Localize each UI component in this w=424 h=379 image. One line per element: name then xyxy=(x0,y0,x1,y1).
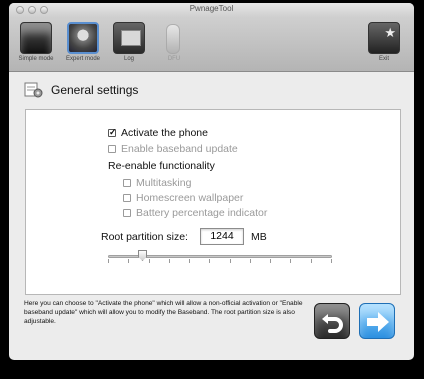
simple-mode-icon xyxy=(20,22,52,54)
toolbar-label-simple-mode: Simple mode xyxy=(18,56,54,62)
toolbar-label-expert-mode: Expert mode xyxy=(65,56,101,62)
title-bar: PwnageTool xyxy=(9,3,414,17)
next-arrow-icon xyxy=(367,312,389,332)
pwnagetool-window: PwnageTool Simple mode Expert mode Log D… xyxy=(9,3,414,360)
back-arrow-icon xyxy=(322,314,343,333)
battery-percentage-label: Battery percentage indicator xyxy=(136,207,268,219)
exit-icon xyxy=(368,22,400,54)
enable-baseband-option[interactable]: Enable baseband update xyxy=(108,143,238,155)
activate-phone-checkbox[interactable] xyxy=(108,127,117,138)
battery-percentage-option[interactable]: Battery percentage indicator xyxy=(123,207,267,219)
help-text: Here you can choose to "Activate the pho… xyxy=(24,300,303,325)
homescreen-wallpaper-label: Homescreen wallpaper xyxy=(136,192,244,204)
toolbar-label-exit: Exit xyxy=(378,56,389,62)
expert-mode-icon xyxy=(67,22,99,54)
activate-phone-option[interactable]: Activate the phone xyxy=(108,127,208,139)
section-header: General settings xyxy=(9,73,414,105)
multitasking-label: Multitasking xyxy=(136,177,192,189)
multitasking-checkbox[interactable] xyxy=(123,179,131,187)
next-button[interactable] xyxy=(359,303,395,339)
activate-phone-label: Activate the phone xyxy=(121,127,208,139)
toolbar-label-log: Log xyxy=(123,56,134,62)
log-icon xyxy=(113,22,145,54)
reenable-heading: Re-enable functionality xyxy=(108,160,215,172)
multitasking-option[interactable]: Multitasking xyxy=(123,177,191,189)
toolbar-label-dfu: DFU xyxy=(167,56,181,62)
toolbar-simple-mode[interactable]: Simple mode xyxy=(13,22,59,62)
root-partition-slider[interactable] xyxy=(108,250,332,264)
battery-percentage-checkbox[interactable] xyxy=(123,209,131,217)
settings-panel: Activate the phone Enable baseband updat… xyxy=(25,109,401,295)
root-partition-label: Root partition size: xyxy=(101,231,188,243)
toolbar-dfu[interactable]: DFU xyxy=(151,22,197,62)
window-title: PwnageTool xyxy=(189,4,234,13)
homescreen-wallpaper-option[interactable]: Homescreen wallpaper xyxy=(123,192,243,204)
root-partition-size-input[interactable]: 1244 xyxy=(200,228,244,245)
root-partition-unit: MB xyxy=(251,231,267,243)
section-title: General settings xyxy=(51,83,139,97)
toolbar-log[interactable]: Log xyxy=(106,22,152,62)
back-button[interactable] xyxy=(314,303,350,339)
toolbar-expert-mode[interactable]: Expert mode xyxy=(60,22,106,62)
homescreen-wallpaper-checkbox[interactable] xyxy=(123,194,131,202)
enable-baseband-checkbox[interactable] xyxy=(108,145,116,153)
enable-baseband-label: Enable baseband update xyxy=(121,143,238,155)
settings-gear-icon xyxy=(24,82,43,98)
dfu-icon xyxy=(158,22,190,54)
toolbar: Simple mode Expert mode Log DFU Exit xyxy=(9,17,414,72)
toolbar-exit[interactable]: Exit xyxy=(361,22,407,62)
